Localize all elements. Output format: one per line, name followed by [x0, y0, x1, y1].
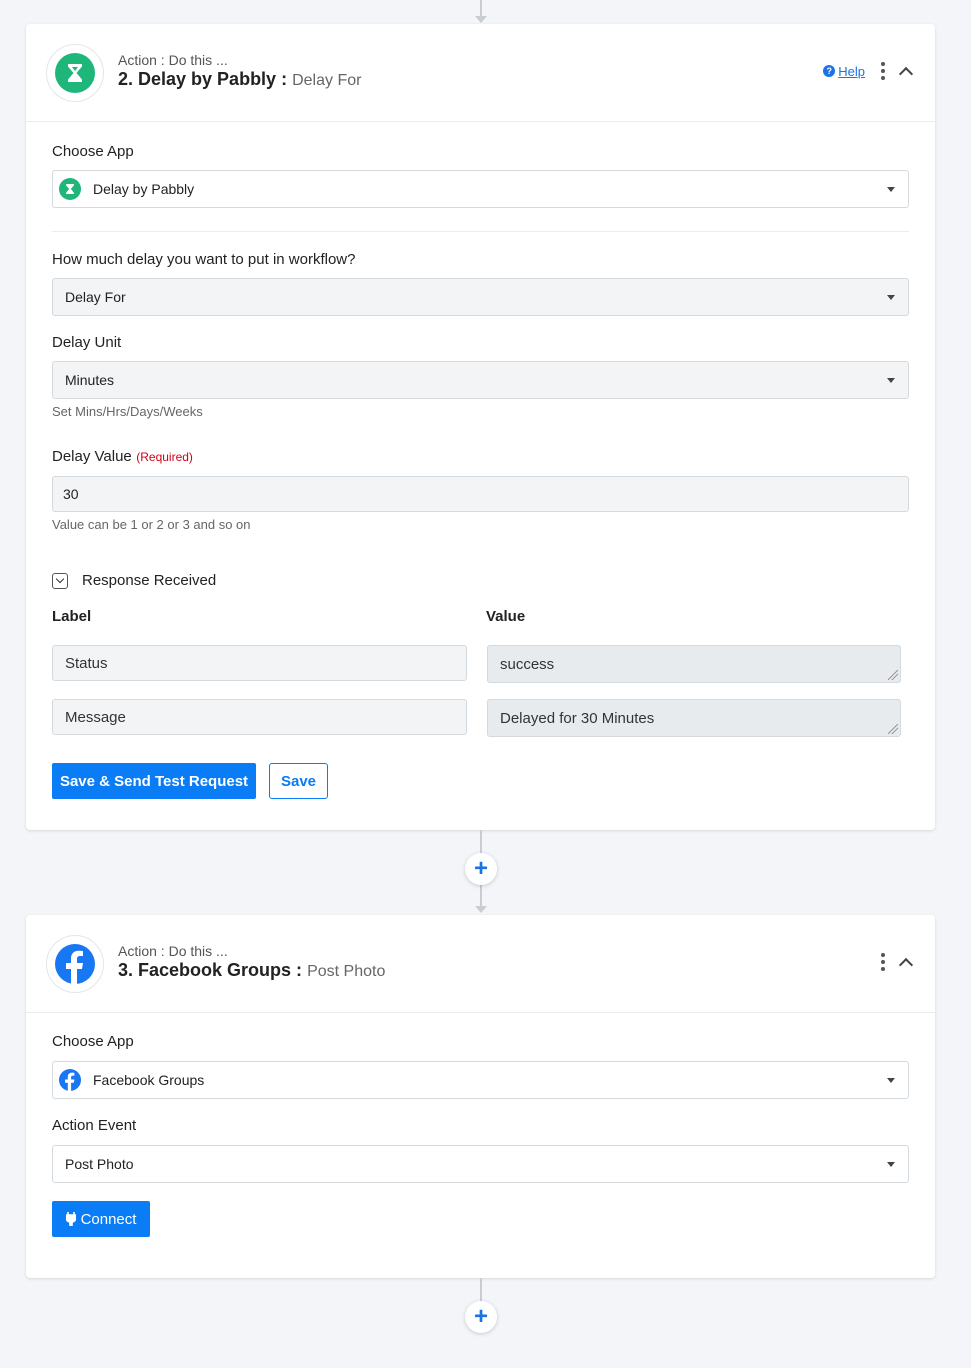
delay-question-label: How much delay you want to put in workfl…	[52, 251, 356, 268]
delay-type-value: Delay For	[65, 289, 126, 305]
step-card-facebook: Action : Do this ... 3. Facebook Groups …	[26, 915, 935, 1278]
plug-icon	[65, 1212, 76, 1226]
step-header-facebook[interactable]: Action : Do this ... 3. Facebook Groups …	[26, 915, 935, 1013]
delay-value-helptext: Value can be 1 or 2 or 3 and so on	[52, 517, 251, 532]
response-value-text: success	[500, 655, 555, 673]
delay-app-logo	[46, 44, 104, 102]
add-step-button[interactable]: +	[465, 853, 497, 885]
choose-app-label: Choose App	[52, 1033, 134, 1050]
save-send-test-button[interactable]: Save & Send Test Request	[52, 763, 256, 799]
connect-button[interactable]: Connect	[52, 1201, 150, 1237]
delay-unit-label: Delay Unit	[52, 334, 122, 351]
choose-app-value: Delay by Pabbly	[93, 181, 195, 197]
response-received-label: Response Received	[82, 572, 217, 589]
action-event-select[interactable]: Post Photo	[52, 1145, 909, 1183]
help-question-icon: ?	[823, 65, 836, 77]
step-subtitle: Action : Do this ...	[118, 943, 228, 959]
delay-type-select[interactable]: Delay For	[52, 278, 909, 316]
choose-app-label: Choose App	[52, 143, 134, 160]
response-received-toggle[interactable]: Response Received	[52, 572, 216, 589]
dropdown-caret-icon	[887, 378, 895, 383]
step-event: Post Photo	[307, 963, 386, 980]
response-label-field[interactable]: Status	[52, 645, 467, 681]
step-card-delay: Action : Do this ... 2. Delay by Pabbly …	[26, 24, 935, 830]
delay-unit-helptext: Set Mins/Hrs/Days/Weeks	[52, 404, 203, 419]
facebook-app-logo	[46, 935, 104, 993]
connect-label: Connect	[80, 1210, 137, 1228]
delay-value-label-row: Delay Value (Required)	[52, 448, 193, 466]
delay-value-text: 30	[63, 486, 79, 502]
help-link[interactable]: ? Help	[823, 64, 865, 79]
add-step-button[interactable]: +	[465, 1301, 497, 1333]
step-title: 3. Facebook Groups : Post Photo	[118, 960, 385, 981]
resize-handle-icon[interactable]	[888, 670, 898, 680]
required-indicator: (Required)	[136, 450, 193, 464]
help-label: Help	[838, 63, 865, 79]
action-event-label: Action Event	[52, 1117, 137, 1134]
delay-value-label: Delay Value	[52, 448, 132, 465]
collapse-chevron-icon[interactable]	[898, 66, 914, 82]
hourglass-icon	[59, 178, 81, 200]
response-label-field[interactable]: Message	[52, 699, 467, 735]
response-value-field[interactable]: Delayed for 30 Minutes	[487, 699, 901, 737]
action-event-value: Post Photo	[65, 1156, 134, 1172]
resize-handle-icon[interactable]	[888, 724, 898, 734]
dropdown-caret-icon	[887, 1162, 895, 1167]
connector-line-bottom	[480, 1278, 482, 1302]
section-divider	[52, 231, 909, 232]
label-column-header: Label	[52, 608, 92, 625]
response-value-text: Delayed for 30 Minutes	[500, 709, 655, 727]
connector-arrow-top	[475, 16, 487, 23]
step-title: 2. Delay by Pabbly : Delay For	[118, 69, 361, 90]
step-title-text: 2. Delay by Pabbly :	[118, 69, 288, 89]
step-header-delay[interactable]: Action : Do this ... 2. Delay by Pabbly …	[26, 24, 935, 122]
delay-value-input[interactable]: 30	[52, 476, 909, 512]
choose-app-value: Facebook Groups	[93, 1072, 205, 1088]
response-label-text: Status	[65, 654, 108, 672]
value-column-header: Value	[486, 608, 526, 625]
expand-checkbox-icon[interactable]	[52, 572, 68, 589]
choose-app-select[interactable]: Facebook Groups	[52, 1061, 909, 1099]
more-options-icon[interactable]	[877, 62, 889, 80]
facebook-icon	[55, 944, 95, 984]
hourglass-icon	[55, 53, 95, 93]
choose-app-select[interactable]: Delay by Pabbly	[52, 170, 909, 208]
dropdown-caret-icon	[887, 295, 895, 300]
more-options-icon[interactable]	[877, 953, 889, 971]
step-subtitle: Action : Do this ...	[118, 52, 228, 68]
facebook-icon	[59, 1069, 81, 1091]
delay-unit-value: Minutes	[65, 372, 115, 388]
step-event: Delay For	[292, 72, 362, 89]
step-title-text: 3. Facebook Groups :	[118, 960, 303, 980]
connector-arrow	[475, 906, 487, 913]
delay-unit-select[interactable]: Minutes	[52, 361, 909, 399]
dropdown-caret-icon	[887, 187, 895, 192]
dropdown-caret-icon	[887, 1078, 895, 1083]
collapse-chevron-icon[interactable]	[898, 957, 914, 973]
connector-line-top	[480, 0, 482, 16]
save-button[interactable]: Save	[269, 763, 328, 799]
response-label-text: Message	[65, 708, 126, 726]
response-value-field[interactable]: success	[487, 645, 901, 683]
